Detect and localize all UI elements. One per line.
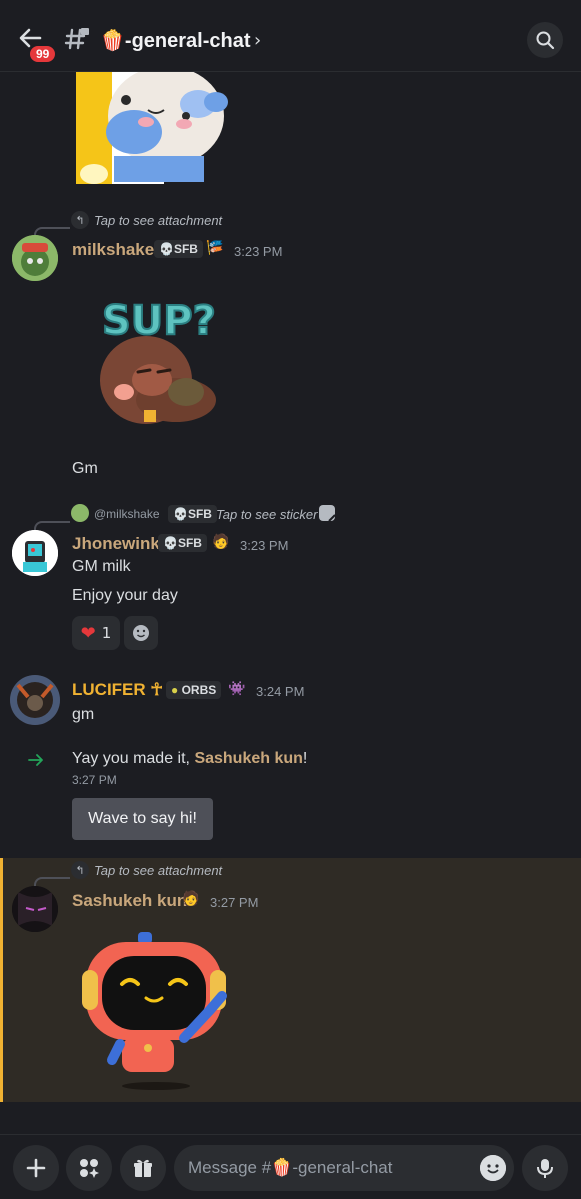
timestamp: 3:27 PM [210,895,259,910]
search-button[interactable] [527,22,563,58]
system-message-prefix: Yay you made it, [72,750,195,767]
heart-icon: ❤ [80,622,96,644]
sticker-image[interactable] [74,72,234,186]
join-arrow-icon [28,754,43,766]
username[interactable]: Jhonewink [72,534,160,554]
message-text: Gm [72,460,98,477]
skull-icon: 💀 [163,536,178,550]
search-icon [536,31,555,50]
reply-preview[interactable]: Tap to see sticker [216,507,317,522]
attach-button[interactable] [13,1145,59,1191]
username[interactable]: milkshake [72,240,154,260]
unread-badge: 99 [28,44,58,64]
gift-button[interactable] [120,1145,166,1191]
server-tag: 💀SFB [158,534,207,552]
message-input[interactable]: Message #🍿-general-chat [174,1145,514,1191]
sfb-badge-icon: 🎏 [206,240,224,256]
reply-preview[interactable]: Tap to see attachment [94,863,222,878]
username[interactable]: LUCIFER ☥ [72,680,163,700]
voice-message-button[interactable] [522,1145,568,1191]
joined-username[interactable]: Sashukeh kun [194,750,302,767]
server-tag: ● ORBS [166,681,222,699]
timestamp: 3:27 PM [72,773,117,787]
skull-icon: 💀 [159,242,174,256]
reaction-count: 1 [101,624,112,642]
sticker-icon [319,505,336,522]
avatar[interactable] [10,675,60,725]
message-placeholder: Message #🍿-general-chat [188,1158,393,1177]
person-badge-icon: 🧑 [182,891,200,907]
microphone-icon [537,1159,553,1178]
channel-title[interactable]: 🍿-general-chat [100,28,251,53]
tag-label: SFB [177,536,202,550]
system-message: Yay you made it, Sashukeh kun! [72,750,307,768]
reply-preview[interactable]: Tap to see attachment [94,213,222,228]
avatar[interactable] [12,886,58,932]
plus-icon [26,1158,46,1178]
sticker-image[interactable]: SUP? [94,292,234,432]
heart-reaction[interactable]: ❤ 1 [72,616,120,650]
gift-icon [134,1159,152,1177]
message-text: GM milk [72,558,131,575]
apps-button[interactable] [66,1145,112,1191]
avatar[interactable] [12,235,58,281]
system-message-suffix: ! [302,750,308,767]
message-text: gm [72,706,95,723]
person-badge-icon: 🧑 [212,534,230,550]
channel-header: 99 🍿-general-chat › [0,0,581,72]
emoji-button[interactable] [480,1155,506,1181]
reply-arrow-icon: ↰ [71,861,89,879]
timestamp: 3:23 PM [240,538,289,553]
smiley-plus-icon [133,625,149,641]
chevron-right-icon[interactable]: › [254,30,261,51]
apps-icon [80,1159,99,1178]
hashtag-lock-icon [64,28,89,50]
sticker-image[interactable] [76,928,232,1092]
tag-label: SFB [187,507,212,521]
add-reaction-button[interactable] [124,616,158,650]
message-text: Enjoy your day [72,587,178,604]
username[interactable]: Sashukeh kun [72,891,187,911]
server-tag: 💀SFB [168,505,217,523]
reply-arrow-icon: ↰ [71,211,89,229]
server-tag: 💀SFB [154,240,203,258]
wave-button[interactable]: Wave to say hi! [72,798,213,840]
skull-icon: 💀 [173,507,188,521]
reply-mention[interactable]: @milkshake [94,507,160,521]
svg-text:SUP?: SUP? [102,298,216,344]
message-composer: Message #🍿-general-chat [0,1134,581,1199]
avatar[interactable] [12,530,58,576]
timestamp: 3:24 PM [256,684,305,699]
reply-avatar [71,504,89,522]
smiley-icon [480,1155,506,1181]
purple-badge-icon: 👾 [228,681,246,697]
timestamp: 3:23 PM [234,244,283,259]
tag-label: ORBS [181,683,217,697]
orbs-icon: ● [171,683,179,697]
tag-label: SFB [173,242,198,256]
